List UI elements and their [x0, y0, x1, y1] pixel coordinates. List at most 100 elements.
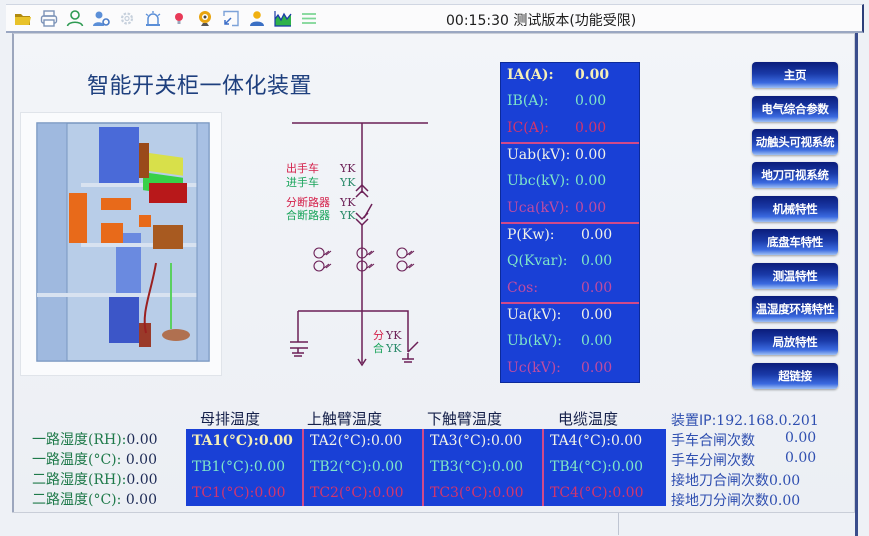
ua-value: 0.00 [581, 307, 613, 323]
single-line-diagram: 出手车 YK 进手车 YK 分断路器 YK 合断路器 YK 分 YK 合 YK [280, 115, 440, 370]
temp-cell: TA4(°C):0.00 [550, 433, 642, 449]
open-breaker-yk-button[interactable]: YK [339, 196, 356, 209]
nav-home-button[interactable]: 主页 [752, 62, 838, 88]
ic-value: 0.00 [575, 120, 607, 136]
nav-environment-button[interactable]: 温湿度环境特性 [752, 296, 838, 322]
minimize-window-icon[interactable] [222, 10, 240, 27]
nav-electrical-params-button[interactable]: 电气综合参数 [752, 96, 838, 122]
webcam-icon[interactable] [196, 10, 214, 27]
device-ip: 装置IP:192.168.0.201 [671, 410, 819, 430]
clock: 00:15:30 [446, 13, 509, 29]
counter-value: 0.00 [769, 473, 801, 489]
counter-row: 接地刀合闸次数0.00 [671, 470, 800, 490]
nav-chassis-button[interactable]: 底盘车特性 [752, 229, 838, 255]
temp-cell: TA1(°C):0.00 [192, 433, 293, 449]
ua-label: Ua(kV): [507, 307, 562, 323]
temp-value: 0.00 [372, 485, 404, 501]
app-title: 智能开关柜一体化装置 [87, 74, 313, 99]
ib-row: IB(A): 0.00 [507, 93, 606, 117]
nav-partial-discharge-button[interactable]: 局放特性 [752, 329, 838, 355]
temp-cell: TA3(°C):0.00 [430, 433, 522, 449]
counter-row: 接地刀分闸次数0.00 [671, 490, 800, 510]
q-row: Q(Kvar): 0.00 [507, 253, 612, 277]
humidity-label: 一路湿度 [32, 432, 88, 448]
temp-label: TA1(°C): [192, 433, 259, 449]
earth-close-yk-button[interactable]: YK [385, 342, 402, 355]
ia-label: IA(A): [507, 67, 554, 83]
in-cart-yk-button[interactable]: YK [339, 176, 356, 189]
humidity-value: 0.00 [125, 492, 157, 508]
ua-row: Ua(kV): 0.00 [507, 307, 612, 331]
ubc-label: Ubc(kV): [507, 173, 570, 189]
humidity-label: 一路温度 [32, 452, 88, 468]
ubc-value: 0.00 [575, 173, 607, 189]
temperature-table: TA1(°C):0.00 TB1(°C):0.00 TC1(°C):0.00 T… [186, 429, 666, 506]
earth-close-label: 合 [373, 341, 384, 355]
p-label: P(Kw): [507, 227, 555, 243]
counter-value: 0.00 [769, 493, 801, 509]
temp-cell: TA2(°C):0.00 [310, 433, 402, 449]
print-icon[interactable] [40, 10, 58, 27]
gear-icon[interactable] [118, 10, 136, 27]
nav-mechanical-button[interactable]: 机械特性 [752, 196, 838, 222]
status-bar-separator [618, 513, 619, 535]
nav-hyperlink-button[interactable]: 超链接 [752, 363, 838, 389]
ub-row: Ub(kV): 0.00 [507, 333, 612, 357]
nav-earth-switch-button[interactable]: 地刀可视系统 [752, 162, 838, 188]
status-bar [12, 512, 852, 535]
temp-cell: TC4(°C):0.00 [550, 485, 643, 501]
temp-value: 0.00 [370, 433, 403, 449]
alarm-icon[interactable] [144, 10, 162, 27]
in-cart-label: 进手车 [286, 175, 319, 189]
device-ip-label: 装置IP: [671, 413, 717, 429]
humidity-label: 二路温度 [32, 492, 88, 508]
version-title: 测试版本(功能受限) [513, 13, 637, 29]
lower-arm-temp-header: 下触臂温度 [427, 410, 503, 428]
uab-label: Uab(kV): [507, 147, 571, 163]
person-icon[interactable] [248, 10, 266, 27]
temp-cell: TB1(°C):0.00 [192, 459, 285, 475]
ubc-row: Ubc(kV): 0.00 [507, 173, 606, 197]
earth-open-label: 分 [373, 329, 384, 342]
temp-label: TB2(°C): [310, 459, 372, 475]
uab-value: 0.00 [575, 147, 607, 163]
counter-value: 0.00 [785, 450, 817, 466]
temp-cell: TC3(°C):0.00 [430, 485, 523, 501]
uca-row: Uca(kV): 0.00 [507, 200, 606, 224]
temp-label: TA2(°C): [310, 433, 371, 449]
temp-label: TB4(°C): [550, 459, 612, 475]
earth-open-yk-button[interactable]: YK [385, 329, 402, 342]
counter-label: 接地刀分闸次数 [671, 493, 769, 509]
temp-label: TC3(°C): [430, 485, 493, 501]
temp-label: TB3(°C): [430, 459, 492, 475]
temp-label: TC2(°C): [310, 485, 373, 501]
counter-value: 0.00 [785, 430, 817, 446]
toolbar: 00:15:30 测试版本(功能受限) [6, 4, 864, 33]
menu-icon[interactable] [300, 10, 318, 27]
temp-label: TA3(°C): [430, 433, 491, 449]
q-label: Q(Kvar): [507, 253, 568, 269]
nav-temperature-button[interactable]: 测温特性 [752, 263, 838, 289]
humidity-unit: (°C): [88, 452, 126, 468]
close-breaker-yk-button[interactable]: YK [339, 209, 356, 222]
humidity-value: 0.00 [125, 452, 157, 468]
uab-row: Uab(kV): 0.00 [507, 147, 606, 171]
temp-cell: TB4(°C):0.00 [550, 459, 643, 475]
user-icon[interactable] [66, 10, 84, 27]
humidity-value: 0.00 [126, 472, 158, 488]
nav-moving-contact-button[interactable]: 动触头可视系统 [752, 129, 838, 155]
temp-value: 0.00 [610, 433, 643, 449]
uc-row: Uc(kV): 0.00 [507, 360, 612, 384]
humidity-unit: (RH): [88, 472, 127, 488]
divider [501, 302, 639, 304]
user-settings-icon[interactable] [92, 10, 110, 27]
temp-value: 0.00 [371, 459, 404, 475]
temp-column: TA2(°C):0.00 TB2(°C):0.00 TC2(°C):0.00 [304, 429, 422, 506]
open-folder-icon[interactable] [14, 10, 32, 27]
cos-row: Cos: 0.00 [507, 280, 612, 304]
out-cart-yk-button[interactable]: YK [339, 162, 356, 175]
ib-label: IB(A): [507, 93, 549, 109]
humidity-row: 一路温度(°C): 0.00 [32, 449, 157, 469]
bulb-icon[interactable] [170, 10, 188, 27]
chart-icon[interactable] [274, 10, 292, 27]
